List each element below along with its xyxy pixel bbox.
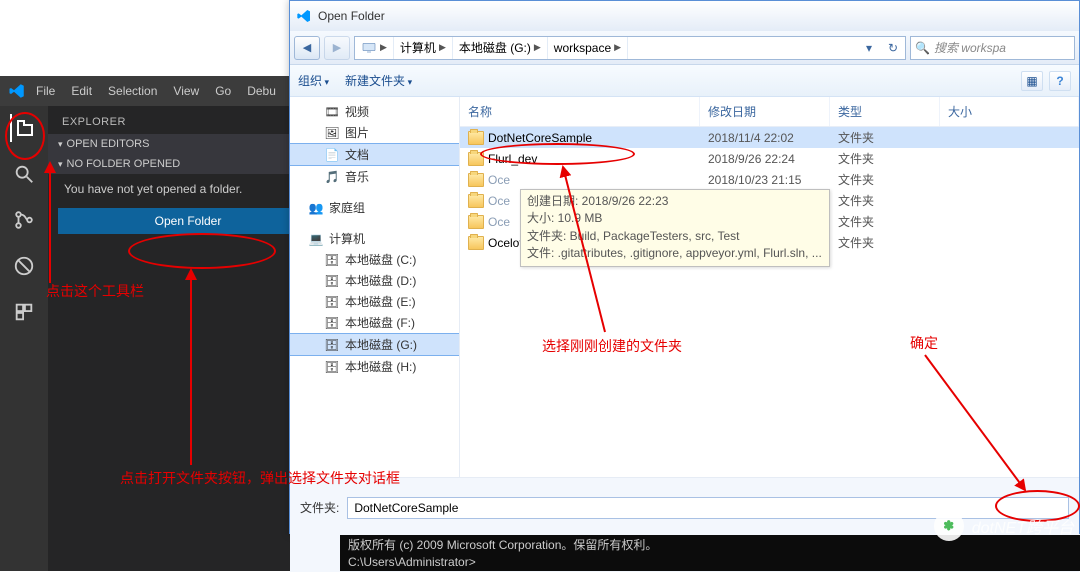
breadcrumb-folder[interactable]: workspace (554, 41, 611, 55)
search-placeholder: 搜索 workspa (934, 39, 1006, 56)
picture-icon: 🖼 (324, 125, 340, 141)
menu-selection[interactable]: Selection (102, 84, 163, 98)
no-folder-header[interactable]: NO FOLDER OPENED (48, 154, 328, 174)
annotation-arrow-4 (920, 350, 1040, 500)
help-button[interactable]: ? (1049, 71, 1071, 91)
debug-icon[interactable] (10, 252, 38, 280)
dialog-navbar: ◀ ▶ ▶ 计算机▶ 本地磁盘 (G:)▶ workspace▶ ▾ ↻ 🔍 搜… (290, 31, 1079, 65)
column-headers[interactable]: 名称 修改日期 类型 大小 (460, 97, 1079, 127)
magnifier-icon: 🔍 (915, 41, 930, 55)
dialog-toolbar: 组织 新建文件夹 ▦ ? (290, 65, 1079, 97)
folder-icon (468, 236, 484, 250)
menu-view[interactable]: View (167, 84, 205, 98)
file-row[interactable]: Flurl_dev2018/9/26 22:24文件夹 (460, 148, 1079, 169)
explorer-title: EXPLORER (48, 106, 328, 134)
scm-icon[interactable] (10, 206, 38, 234)
menu-edit[interactable]: Edit (65, 84, 98, 98)
folder-icon (468, 152, 484, 166)
menu-go[interactable]: Go (209, 84, 237, 98)
dialog-titlebar: Open Folder (290, 1, 1079, 31)
breadcrumb-computer[interactable]: 计算机 (400, 39, 436, 56)
open-folder-button[interactable]: Open Folder (58, 208, 318, 234)
music-icon: 🎵 (324, 169, 340, 185)
tree-drive-c[interactable]: 🗄本地磁盘 (C:) (290, 249, 459, 270)
refresh-icon[interactable]: ↻ (881, 41, 905, 55)
video-icon: 🎞 (324, 104, 340, 120)
vscode-app-icon (296, 8, 312, 24)
annotation-arrow-1 (35, 158, 65, 288)
folder-icon (468, 215, 484, 229)
new-folder-button[interactable]: 新建文件夹 (345, 72, 412, 89)
folder-icon (468, 131, 484, 145)
no-folder-hint: You have not yet opened a folder. (48, 174, 328, 208)
open-editors-header[interactable]: OPEN EDITORS (48, 134, 328, 154)
drive-icon: 🗄 (324, 294, 340, 310)
file-row[interactable]: Oce2018/10/23 21:15文件夹 (460, 169, 1079, 190)
col-type: 类型 (830, 97, 940, 126)
view-mode-button[interactable]: ▦ (1021, 71, 1043, 91)
drive-icon: 🗄 (324, 315, 340, 331)
wechat-icon: ✽ (934, 511, 964, 541)
menu-file[interactable]: File (30, 84, 61, 98)
dropdown-icon[interactable]: ▾ (857, 41, 881, 55)
search-input[interactable]: 🔍 搜索 workspa (910, 36, 1075, 60)
folder-icon (468, 194, 484, 208)
annotation-text-open-folder: 点击打开文件夹按钮，弹出选择文件夹对话框 (120, 468, 400, 488)
tree-drive-e[interactable]: 🗄本地磁盘 (E:) (290, 291, 459, 312)
drive-icon: 🗄 (324, 273, 340, 289)
annotation-text-confirm: 确定 (910, 333, 938, 353)
nav-forward-button[interactable]: ▶ (324, 36, 350, 60)
annotation-text-toolbar: 点击这个工具栏 (46, 281, 144, 301)
drive-icon: 🗄 (324, 337, 340, 353)
col-size: 大小 (940, 97, 1079, 126)
search-icon[interactable] (10, 160, 38, 188)
drive-icon: 🗄 (324, 252, 340, 268)
col-name: 名称 (460, 97, 700, 126)
col-date: 修改日期 (700, 97, 830, 126)
tree-drive-f[interactable]: 🗄本地磁盘 (F:) (290, 312, 459, 333)
annotation-arrow-2 (176, 265, 206, 470)
homegroup-icon: 👥 (308, 200, 324, 216)
computer-icon (361, 40, 377, 56)
breadcrumb[interactable]: ▶ 计算机▶ 本地磁盘 (G:)▶ workspace▶ ▾ ↻ (354, 36, 906, 60)
extensions-icon[interactable] (10, 298, 38, 326)
menu-debug[interactable]: Debu (241, 84, 282, 98)
vscode-logo-icon (8, 82, 26, 100)
explorer-icon[interactable] (10, 114, 38, 142)
watermark: ✽ dotNET跨平台 (934, 511, 1074, 541)
file-row[interactable]: DotNetCoreSample2018/11/4 22:02文件夹 (460, 127, 1079, 148)
tree-drive-g[interactable]: 🗄本地磁盘 (G:) (290, 333, 459, 356)
folder-icon (468, 173, 484, 187)
tree-drive-d[interactable]: 🗄本地磁盘 (D:) (290, 270, 459, 291)
dialog-title: Open Folder (318, 9, 385, 23)
organize-button[interactable]: 组织 (298, 72, 329, 89)
nav-back-button[interactable]: ◀ (294, 36, 320, 60)
breadcrumb-drive[interactable]: 本地磁盘 (G:) (459, 39, 531, 56)
drive-icon: 🗄 (324, 359, 340, 375)
folder-label: 文件夹: (300, 499, 339, 516)
annotation-arrow-3 (555, 162, 615, 337)
computer-tree-icon: 💻 (308, 231, 324, 247)
annotation-text-select-folder: 选择刚刚创建的文件夹 (542, 336, 682, 356)
document-icon: 📄 (324, 147, 340, 163)
folder-tree[interactable]: 🎞视频 🖼图片 📄文档 🎵音乐 👥家庭组 💻计算机 🗄本地磁盘 (C:) 🗄本地… (290, 97, 460, 477)
tree-drive-h[interactable]: 🗄本地磁盘 (H:) (290, 356, 459, 377)
